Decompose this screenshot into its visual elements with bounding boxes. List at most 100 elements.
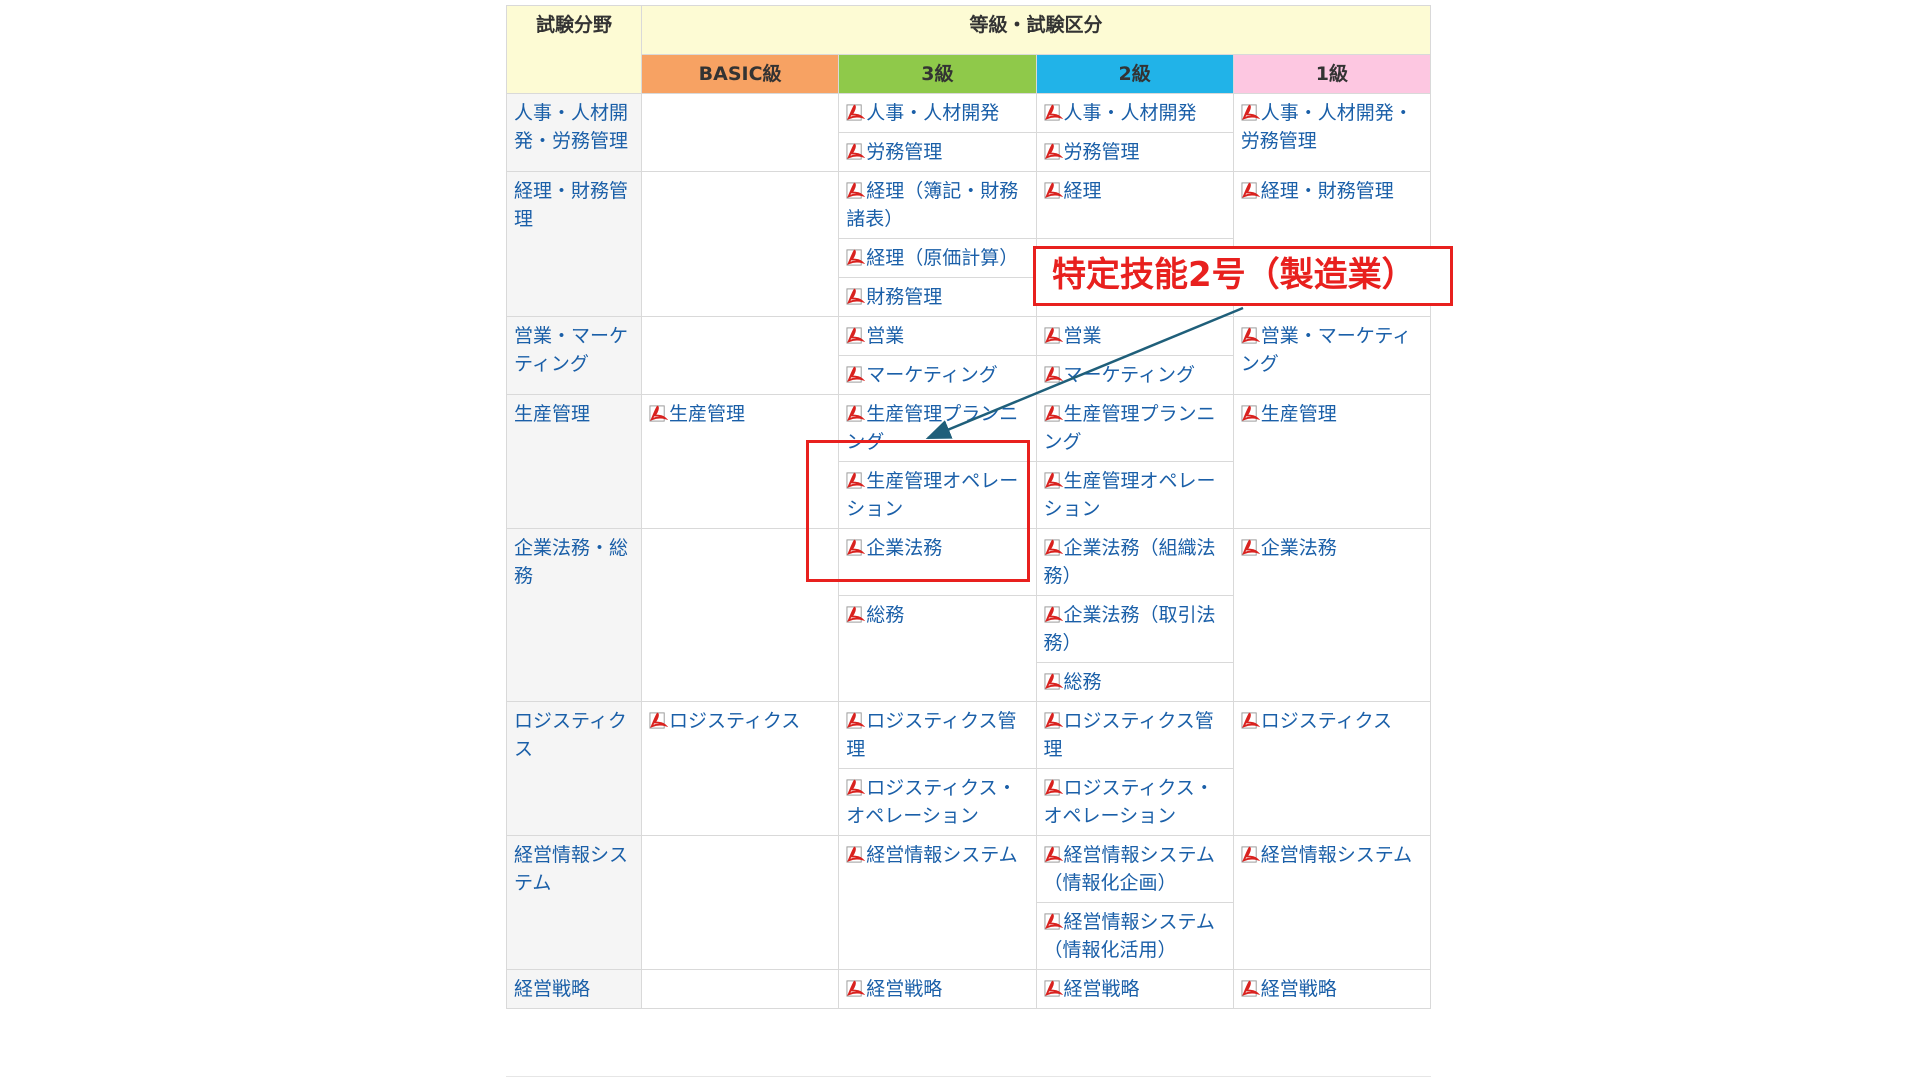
field-cell: 営業・マーケティング — [506, 316, 642, 395]
exam-cell: 財務管理 — [838, 277, 1037, 317]
pdf-link[interactable]: 企業法務（組織法務） — [1044, 537, 1216, 587]
pdf-link[interactable]: ロジスティクス — [649, 710, 800, 732]
pdf-icon — [1043, 978, 1063, 997]
pdf-icon — [1043, 911, 1063, 930]
pdf-link[interactable]: 経理（簿記・財務諸表） — [846, 180, 1018, 230]
pdf-link[interactable]: 生産管理オペレーション — [1044, 470, 1216, 520]
pdf-link[interactable]: 人事・人材開発・労務管理 — [1241, 102, 1413, 152]
annotation-label: 特定技能2号（製造業） — [1033, 246, 1453, 306]
pdf-icon — [1043, 671, 1063, 690]
exam-label: 総務 — [1063, 671, 1102, 693]
pdf-link[interactable]: 総務 — [846, 604, 904, 626]
exam-label: 労務管理 — [1063, 141, 1140, 163]
pdf-link[interactable]: 営業 — [1043, 325, 1102, 347]
exam-label: 経営情報システム — [866, 844, 1018, 866]
exam-label: 生産管理プランニング — [1043, 403, 1216, 453]
pdf-icon — [846, 777, 866, 796]
pdf-icon — [649, 403, 669, 422]
pdf-icon — [1043, 470, 1063, 489]
table-row: ロジスティクス ロジスティクス ロジスティクス管理 ロジスティクス管理 ロジスティクス — [506, 701, 1432, 836]
pdf-link[interactable]: 営業 — [846, 325, 904, 347]
exam-label: 生産管理 — [669, 403, 746, 425]
exam-cell: 人事・人材開発 — [1035, 93, 1234, 133]
exam-cell: マーケティング — [838, 355, 1037, 395]
pdf-link[interactable]: ロジスティクス・オペレーション — [846, 777, 1016, 827]
empty-cell — [640, 969, 840, 1009]
exam-label: 営業 — [1063, 325, 1102, 347]
pdf-link[interactable]: 労務管理 — [846, 141, 942, 163]
pdf-link[interactable]: 経営戦略 — [846, 978, 942, 1000]
pdf-icon — [1043, 403, 1063, 422]
pdf-link[interactable]: 生産管理 — [1241, 403, 1337, 425]
pdf-link[interactable]: ロジスティクス・オペレーション — [1044, 777, 1214, 827]
field-cell: ロジスティクス — [506, 701, 642, 836]
pdf-link[interactable]: 経理（原価計算） — [846, 247, 1018, 269]
pdf-link[interactable]: 経営情報システム（情報化企画） — [1044, 844, 1215, 894]
pdf-link[interactable]: マーケティング — [1043, 364, 1195, 386]
pdf-icon — [1043, 325, 1063, 344]
exam-cell: 総務 — [838, 595, 1037, 702]
exam-cell: 企業法務（組織法務） — [1035, 528, 1234, 596]
pdf-link[interactable]: 経営情報システム（情報化活用） — [1044, 911, 1215, 961]
exam-cell: 人事・人材開発・労務管理 — [1232, 93, 1432, 172]
exam-cell: 経営戦略 — [838, 969, 1037, 1009]
pdf-link[interactable]: 経理・財務管理 — [1241, 180, 1394, 202]
pdf-link[interactable]: ロジスティクス管理 — [846, 710, 1016, 760]
pdf-link[interactable]: 労務管理 — [1043, 141, 1140, 163]
pdf-icon — [1241, 325, 1261, 344]
pdf-icon — [1043, 844, 1063, 863]
exam-cell: 経営戦略 — [1035, 969, 1234, 1009]
pdf-link[interactable]: 経理 — [1043, 180, 1102, 202]
exam-cell: 企業法務（取引法務） — [1035, 595, 1234, 663]
exam-cell: ロジスティクス管理 — [838, 701, 1037, 769]
empty-cell — [640, 171, 840, 317]
pdf-link[interactable]: マーケティング — [846, 364, 998, 386]
pdf-link[interactable]: ロジスティクス管理 — [1044, 710, 1214, 760]
exam-cell: マーケティング — [1035, 355, 1234, 395]
exam-label: 生産管理 — [1260, 403, 1337, 425]
pdf-link[interactable]: ロジスティクス — [1241, 710, 1392, 732]
grade-1-header: 1級 — [1232, 54, 1432, 94]
pdf-link[interactable]: 人事・人材開発 — [1043, 102, 1197, 124]
exam-label: 企業法務（組織法務） — [1043, 537, 1216, 587]
pdf-icon — [1043, 537, 1063, 556]
exam-label: 人事・人材開発・労務管理 — [1240, 102, 1413, 152]
pdf-link[interactable]: 営業・マーケティング — [1241, 325, 1411, 375]
pdf-link[interactable]: 企業法務 — [1241, 537, 1337, 559]
pdf-link[interactable]: 企業法務（取引法務） — [1044, 604, 1216, 654]
pdf-link[interactable]: 経営戦略 — [1043, 978, 1140, 1000]
pdf-icon — [846, 247, 866, 266]
exam-cell: 営業 — [838, 316, 1037, 356]
pdf-icon — [649, 710, 669, 729]
pdf-icon — [846, 364, 866, 383]
pdf-link[interactable]: 生産管理 — [649, 403, 745, 425]
table-row: 人事・人材開発・労務管理 人事・人材開発 人事・人材開発 人事・人材開発・労務管理 — [506, 93, 1432, 172]
pdf-icon — [1043, 604, 1063, 623]
pdf-icon — [846, 978, 866, 997]
exam-label: 営業・マーケティング — [1240, 325, 1412, 375]
exam-cell: 経理 — [1035, 171, 1234, 239]
exam-cell: 経理（簿記・財務諸表） — [838, 171, 1037, 239]
exam-cell: ロジスティクス・オペレーション — [838, 768, 1037, 836]
exam-cell: 経営情報システム（情報化活用） — [1035, 902, 1234, 970]
pdf-link[interactable]: 経営情報システム — [846, 844, 1018, 866]
pdf-link[interactable]: 総務 — [1043, 671, 1102, 693]
pdf-link[interactable]: 経営情報システム — [1241, 844, 1412, 866]
pdf-link[interactable]: 経営戦略 — [1241, 978, 1337, 1000]
grade-group-header: 等級・試験区分 — [641, 5, 1431, 55]
exam-label: 総務 — [866, 604, 905, 626]
pdf-icon — [1241, 180, 1261, 199]
exam-label: ロジスティクス・オペレーション — [1043, 777, 1214, 827]
pdf-icon — [1241, 844, 1261, 863]
pdf-icon — [1241, 710, 1261, 729]
pdf-icon — [846, 325, 866, 344]
exam-cell: ロジスティクス管理 — [1035, 701, 1234, 769]
pdf-link[interactable]: 人事・人材開発 — [846, 102, 999, 124]
highlight-box — [806, 440, 1030, 582]
pdf-link[interactable]: 生産管理プランニング — [1044, 403, 1216, 453]
exam-label: マーケティング — [866, 364, 998, 386]
exam-label: マーケティング — [1063, 364, 1195, 386]
pdf-icon — [1043, 364, 1063, 383]
pdf-link[interactable]: 財務管理 — [846, 286, 942, 308]
exam-cell: 経営情報システム（情報化企画） — [1035, 835, 1234, 903]
